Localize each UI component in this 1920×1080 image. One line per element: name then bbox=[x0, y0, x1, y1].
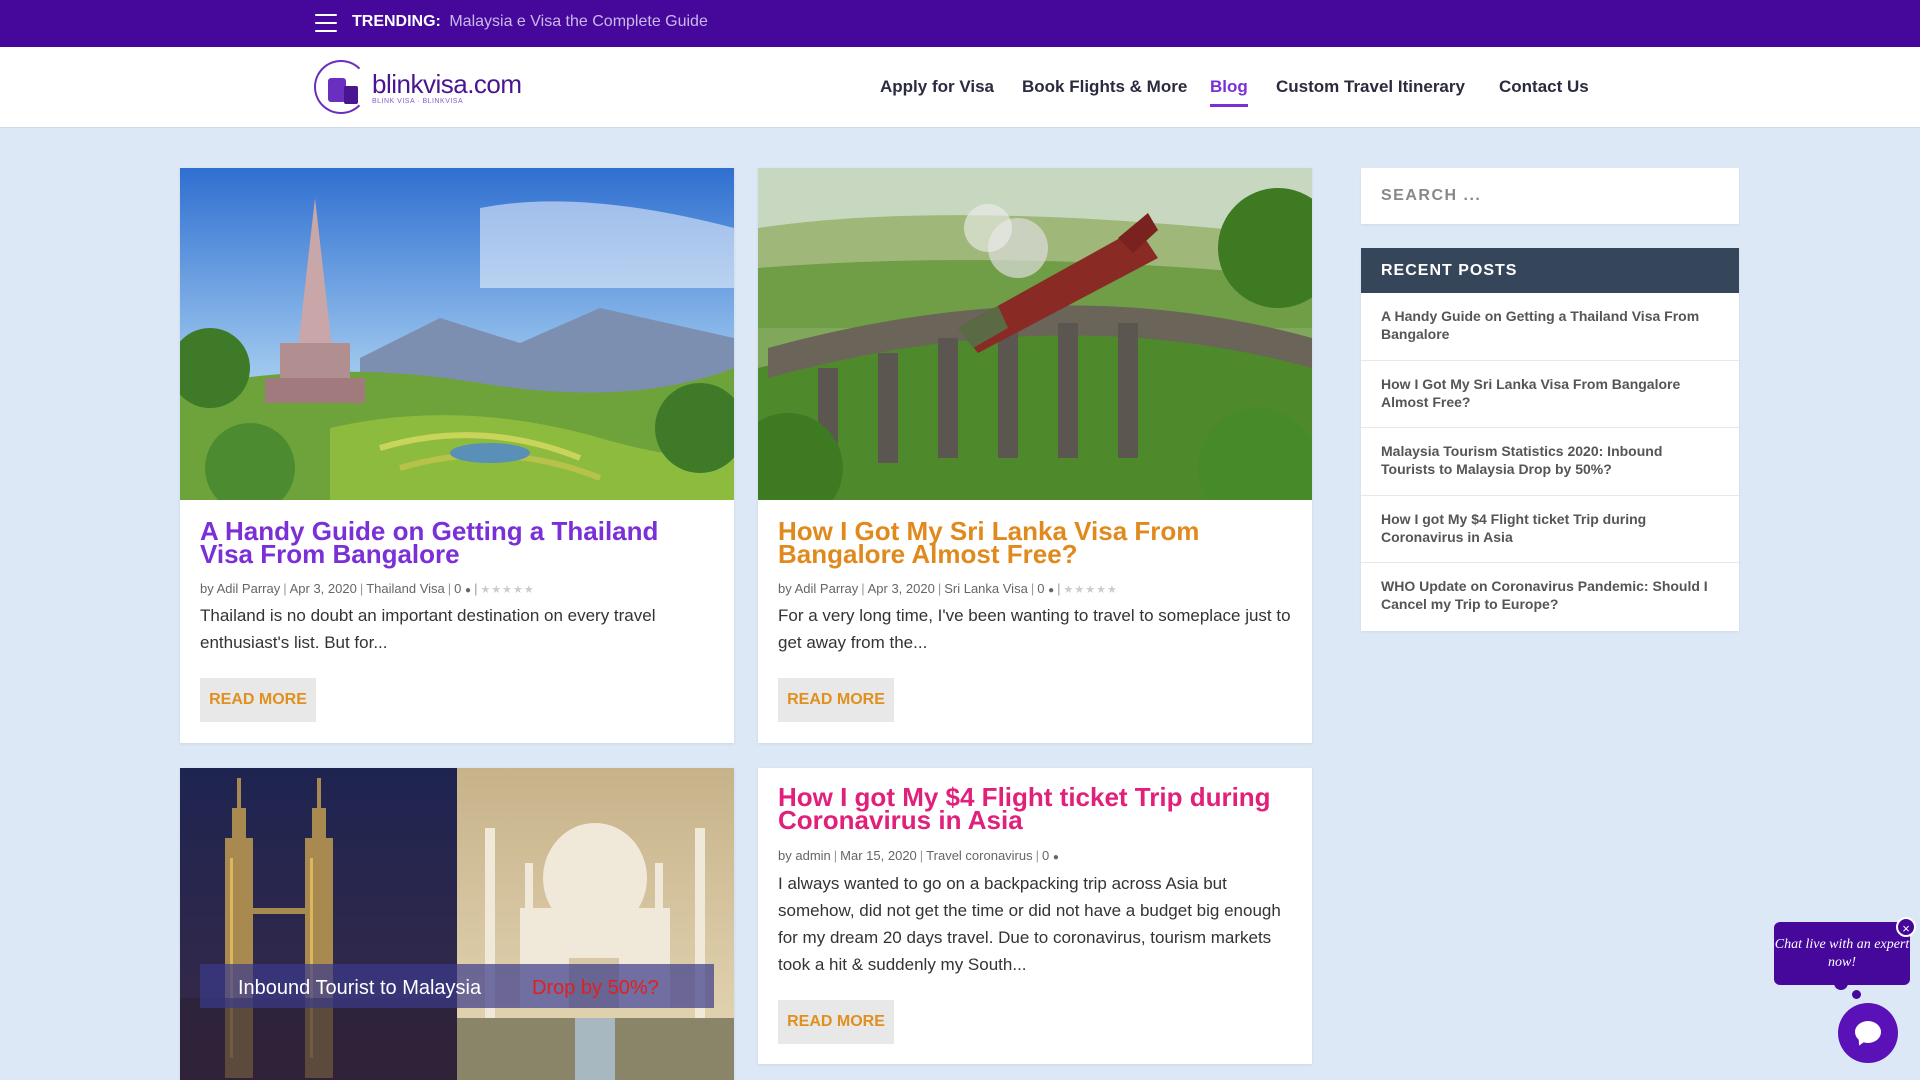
post-excerpt: For a very long time, I've been wanting … bbox=[778, 606, 1291, 652]
post-image-sri-lanka[interactable] bbox=[758, 168, 1312, 500]
site-logo[interactable]: blinkvisa.com BLINK VISA · BLINKVISA bbox=[314, 55, 524, 119]
recent-posts-title: RECENT POSTS bbox=[1361, 248, 1739, 293]
post-comments[interactable]: 0 bbox=[1037, 581, 1044, 596]
post-category[interactable]: Thailand Visa bbox=[366, 581, 445, 596]
post-meta: by Adil Parray | Apr 3, 2020 | Sri Lanka Vis… bbox=[778, 581, 1118, 596]
post-excerpt: Thailand is no doubt an important destin… bbox=[200, 606, 656, 652]
post-comments[interactable]: 0 bbox=[1042, 848, 1049, 863]
post-excerpt: I always wanted to go on a backpacking t… bbox=[778, 874, 1281, 974]
post-date: Apr 3, 2020 bbox=[867, 581, 935, 596]
comment-icon: ● bbox=[1048, 585, 1055, 596]
trending-bar: TRENDING: Malaysia e Visa the Complete G… bbox=[0, 0, 1920, 47]
nav-contact-us[interactable]: Contact Us bbox=[1499, 77, 1589, 97]
post-author[interactable]: admin bbox=[795, 848, 830, 863]
post-meta: by Adil Parray | Apr 3, 2020 | Thailand Visa… bbox=[200, 581, 535, 596]
post-title[interactable]: How I got My $4 Flight ticket Trip durin… bbox=[778, 784, 1292, 833]
nav-book-flights[interactable]: Book Flights & More bbox=[1022, 77, 1187, 97]
menu-icon[interactable] bbox=[315, 14, 337, 32]
nav-custom-itinerary[interactable]: Custom Travel Itinerary bbox=[1276, 77, 1465, 97]
recent-posts-widget: RECENT POSTS A Handy Guide on Getting a … bbox=[1361, 248, 1739, 631]
recent-post-item[interactable]: WHO Update on Coronavirus Pandemic: Shou… bbox=[1361, 563, 1739, 631]
post-title[interactable]: How I Got My Sri Lanka Visa From Bangalo… bbox=[778, 518, 1292, 567]
logo-tagline: BLINK VISA · BLINKVISA bbox=[372, 98, 464, 105]
chat-button[interactable] bbox=[1838, 1003, 1898, 1063]
site-header: blinkvisa.com BLINK VISA · BLINKVISA App… bbox=[0, 47, 1920, 127]
close-icon[interactable]: × bbox=[1896, 917, 1916, 937]
post-card-flight: How I got My $4 Flight ticket Trip durin… bbox=[758, 768, 1312, 1064]
logo-luggage-icon bbox=[314, 60, 368, 114]
post-image-malaysia[interactable]: Inbound Tourist to Malaysia Drop by 50%? bbox=[180, 768, 734, 1080]
read-more-button[interactable]: READ MORE bbox=[778, 1000, 894, 1044]
recent-post-item[interactable]: How I got My $4 Flight ticket Trip durin… bbox=[1361, 496, 1739, 563]
read-more-button[interactable]: READ MORE bbox=[778, 678, 894, 722]
post-card-sri-lanka: How I Got My Sri Lanka Visa From Bangalo… bbox=[758, 168, 1312, 743]
post-comments[interactable]: 0 bbox=[454, 581, 461, 596]
post-author[interactable]: Adil Parray bbox=[795, 581, 859, 596]
trending-link[interactable]: Malaysia e Visa the Complete Guide bbox=[449, 13, 708, 30]
trending-text: TRENDING: Malaysia e Visa the Complete G… bbox=[352, 13, 708, 31]
comment-icon: ● bbox=[465, 585, 472, 596]
post-date: Apr 3, 2020 bbox=[289, 581, 357, 596]
recent-post-item[interactable]: How I Got My Sri Lanka Visa From Bangalo… bbox=[1361, 361, 1739, 428]
post-date: Mar 15, 2020 bbox=[840, 848, 917, 863]
post-image-thailand[interactable] bbox=[180, 168, 734, 500]
search-box bbox=[1361, 168, 1739, 224]
post-card-malaysia: Inbound Tourist to Malaysia Drop by 50%? bbox=[180, 768, 734, 1080]
post-category[interactable]: Sri Lanka Visa bbox=[944, 581, 1028, 596]
trending-label: TRENDING: bbox=[352, 13, 441, 30]
nav-blog[interactable]: Blog bbox=[1210, 77, 1248, 107]
post-card-thailand: A Handy Guide on Getting a Thailand Visa… bbox=[180, 168, 734, 743]
post-meta: by admin | Mar 15, 2020 | Travel coronavirus… bbox=[778, 848, 1059, 863]
post-author[interactable]: Adil Parray bbox=[217, 581, 281, 596]
chat-decor-dot bbox=[1852, 990, 1861, 999]
image-caption-red: Drop by 50%? bbox=[532, 977, 659, 999]
recent-post-item[interactable]: A Handy Guide on Getting a Thailand Visa… bbox=[1361, 293, 1739, 361]
nav-apply-for-visa[interactable]: Apply for Visa bbox=[880, 77, 994, 97]
search-input[interactable] bbox=[1361, 168, 1739, 224]
rating-stars-icon: ★★★★★ bbox=[1063, 584, 1118, 596]
recent-post-item[interactable]: Malaysia Tourism Statistics 2020: Inboun… bbox=[1361, 428, 1739, 496]
rating-stars-icon: ★★★★★ bbox=[480, 584, 535, 596]
comment-icon: ● bbox=[1052, 852, 1059, 863]
logo-name: blinkvisa.com bbox=[372, 69, 522, 99]
read-more-button[interactable]: READ MORE bbox=[200, 678, 316, 722]
chat-decor-dot bbox=[1834, 976, 1848, 990]
post-title[interactable]: A Handy Guide on Getting a Thailand Visa… bbox=[200, 518, 714, 567]
post-category[interactable]: Travel coronavirus bbox=[926, 848, 1032, 863]
image-caption-white: Inbound Tourist to Malaysia bbox=[238, 977, 482, 999]
